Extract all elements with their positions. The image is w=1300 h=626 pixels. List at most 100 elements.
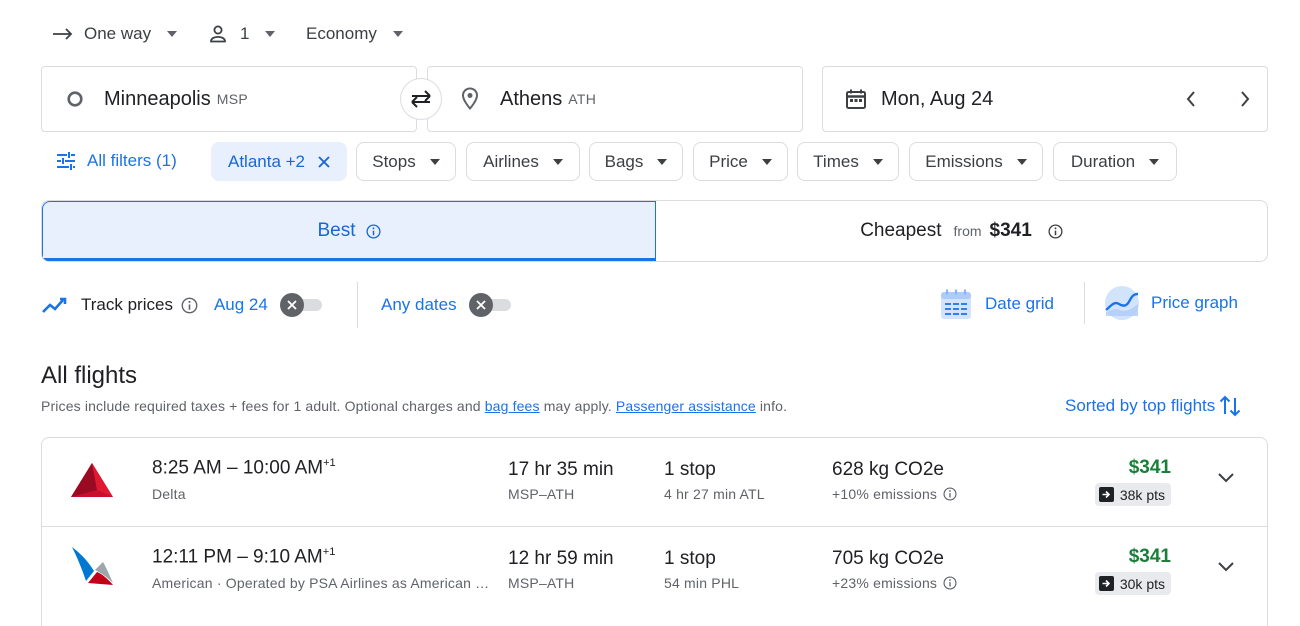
caret-down-icon [761, 158, 772, 165]
track-date-toggle[interactable] [279, 293, 324, 317]
caret-down-icon [1016, 158, 1027, 165]
flight-row[interactable]: 12:11 PM – 9:10 AM+1 American · Operated… [41, 526, 1268, 626]
date-grid-label: Date grid [985, 294, 1054, 313]
departure-date-field[interactable]: Mon, Aug 24 [822, 66, 1268, 132]
date-grid-icon [941, 289, 971, 319]
points-value: 30k pts [1119, 575, 1165, 592]
info-icon[interactable] [1048, 223, 1063, 239]
cabin-class-select[interactable]: Economy [306, 20, 403, 48]
info-icon[interactable] [181, 297, 198, 314]
tune-icon [57, 152, 75, 170]
info-icon[interactable] [943, 487, 957, 501]
caret-down-icon [392, 31, 403, 37]
close-icon[interactable] [318, 155, 330, 168]
flight-times: 12:11 PM – 9:10 AM+1 [152, 546, 336, 568]
price-graph-button[interactable]: Price graph [1103, 285, 1238, 321]
origin-field[interactable]: Minneapolis MSP [41, 66, 417, 132]
trip-type-select[interactable]: One way [52, 20, 178, 48]
day-offset: +1 [323, 457, 336, 469]
close-icon [475, 300, 486, 310]
day-offset: +1 [322, 546, 336, 558]
duration-filter-chip[interactable]: Duration [1053, 142, 1177, 181]
destination-code: ATH [568, 91, 597, 107]
date-grid-button[interactable]: Date grid [940, 286, 1054, 322]
flight-price: $341 [1128, 457, 1171, 478]
emissions-value: 705 kg CO2e [832, 548, 944, 569]
caret-down-icon [429, 158, 440, 165]
airlines-filter-chip[interactable]: Airlines [466, 142, 580, 181]
info-icon[interactable] [365, 223, 381, 239]
emissions-filter-label: Emissions [925, 151, 1003, 171]
track-prices-label: Track prices [81, 295, 173, 314]
trip-type-label: One way [84, 24, 152, 43]
location-pin-icon [461, 87, 479, 111]
expand-flight-button[interactable] [1217, 472, 1235, 484]
stops-count: 1 stop [664, 459, 716, 480]
flight-route: MSP–ATH [508, 486, 575, 502]
price-filter-label: Price [709, 151, 748, 171]
stops-count: 1 stop [664, 548, 716, 569]
any-dates-section: Any dates [381, 292, 513, 318]
caret-down-icon [265, 31, 276, 37]
price-graph-icon [1105, 286, 1139, 320]
tab-cheapest[interactable]: Cheapest from $341 [656, 201, 1267, 261]
flight-duration: 17 hr 35 min [508, 459, 614, 480]
any-dates-toggle[interactable] [468, 293, 513, 317]
previous-date-button[interactable] [1185, 90, 1197, 108]
layover-info: 54 min PHL [664, 575, 740, 591]
flight-price: $341 [1128, 546, 1171, 567]
all-flights-heading: All flights [41, 362, 138, 389]
calendar-icon [846, 89, 866, 109]
flight-row[interactable]: 8:25 AM – 10:00 AM+1 Delta 17 hr 35 min … [41, 437, 1268, 527]
connecting-airports-chip[interactable]: Atlanta +2 [211, 142, 347, 181]
price-filter-chip[interactable]: Price [693, 142, 788, 181]
points-value: 38k pts [1119, 486, 1165, 503]
all-filters-button[interactable]: All filters (1) [56, 149, 177, 173]
times-filter-label: Times [813, 151, 859, 171]
times-filter-chip[interactable]: Times [797, 142, 899, 181]
sort-label: Sorted by top flights [1065, 396, 1216, 415]
stops-filter-chip[interactable]: Stops [356, 142, 456, 181]
emissions-delta: +23% emissions [832, 575, 957, 591]
airlines-filter-label: Airlines [483, 151, 539, 171]
layover-info: 4 hr 27 min ATL [664, 486, 765, 502]
any-dates-label: Any dates [381, 295, 457, 314]
bags-filter-chip[interactable]: Bags [589, 142, 683, 181]
trending-line-icon [42, 297, 67, 313]
chevron-down-icon [1218, 562, 1234, 572]
arrow-right-icon [53, 28, 73, 40]
flight-duration: 12 hr 59 min [508, 548, 614, 569]
sort-arrows-icon [1220, 395, 1241, 417]
redeem-arrow-icon [1098, 487, 1114, 502]
stops-filter-label: Stops [372, 151, 416, 171]
person-icon [210, 25, 226, 43]
info-icon[interactable] [943, 576, 957, 590]
flight-route: MSP–ATH [508, 575, 575, 591]
emissions-value: 628 kg CO2e [832, 459, 944, 480]
destination-field[interactable]: Athens ATH [427, 66, 803, 132]
all-filters-label: All filters (1) [87, 151, 177, 170]
emissions-filter-chip[interactable]: Emissions [909, 142, 1043, 181]
passengers-count: 1 [240, 24, 250, 43]
duration-filter-label: Duration [1070, 151, 1136, 171]
caret-down-icon [657, 158, 668, 165]
expand-flight-button[interactable] [1217, 561, 1235, 573]
origin-city: Minneapolis [104, 87, 211, 110]
origin-code: MSP [216, 91, 248, 107]
next-date-button[interactable] [1239, 90, 1251, 108]
caret-down-icon [552, 158, 563, 165]
close-icon [287, 300, 297, 310]
swap-locations-button[interactable] [400, 78, 442, 120]
swap-arrows-icon [411, 90, 431, 108]
sort-button[interactable]: Sorted by top flights [1065, 393, 1241, 419]
passenger-assistance-link[interactable]: Passenger assistance [616, 398, 756, 414]
track-date-label: Aug 24 [213, 295, 268, 314]
chevron-right-icon [1241, 91, 1250, 107]
bag-fees-link[interactable]: bag fees [485, 398, 540, 414]
tab-best[interactable]: Best [42, 201, 656, 261]
departure-date: Mon, Aug 24 [881, 87, 994, 110]
sort-tabs: Best Cheapest from $341 [41, 200, 1268, 262]
divider [1084, 282, 1085, 324]
delta-logo-icon [71, 463, 113, 497]
passengers-select[interactable]: 1 [208, 20, 276, 48]
